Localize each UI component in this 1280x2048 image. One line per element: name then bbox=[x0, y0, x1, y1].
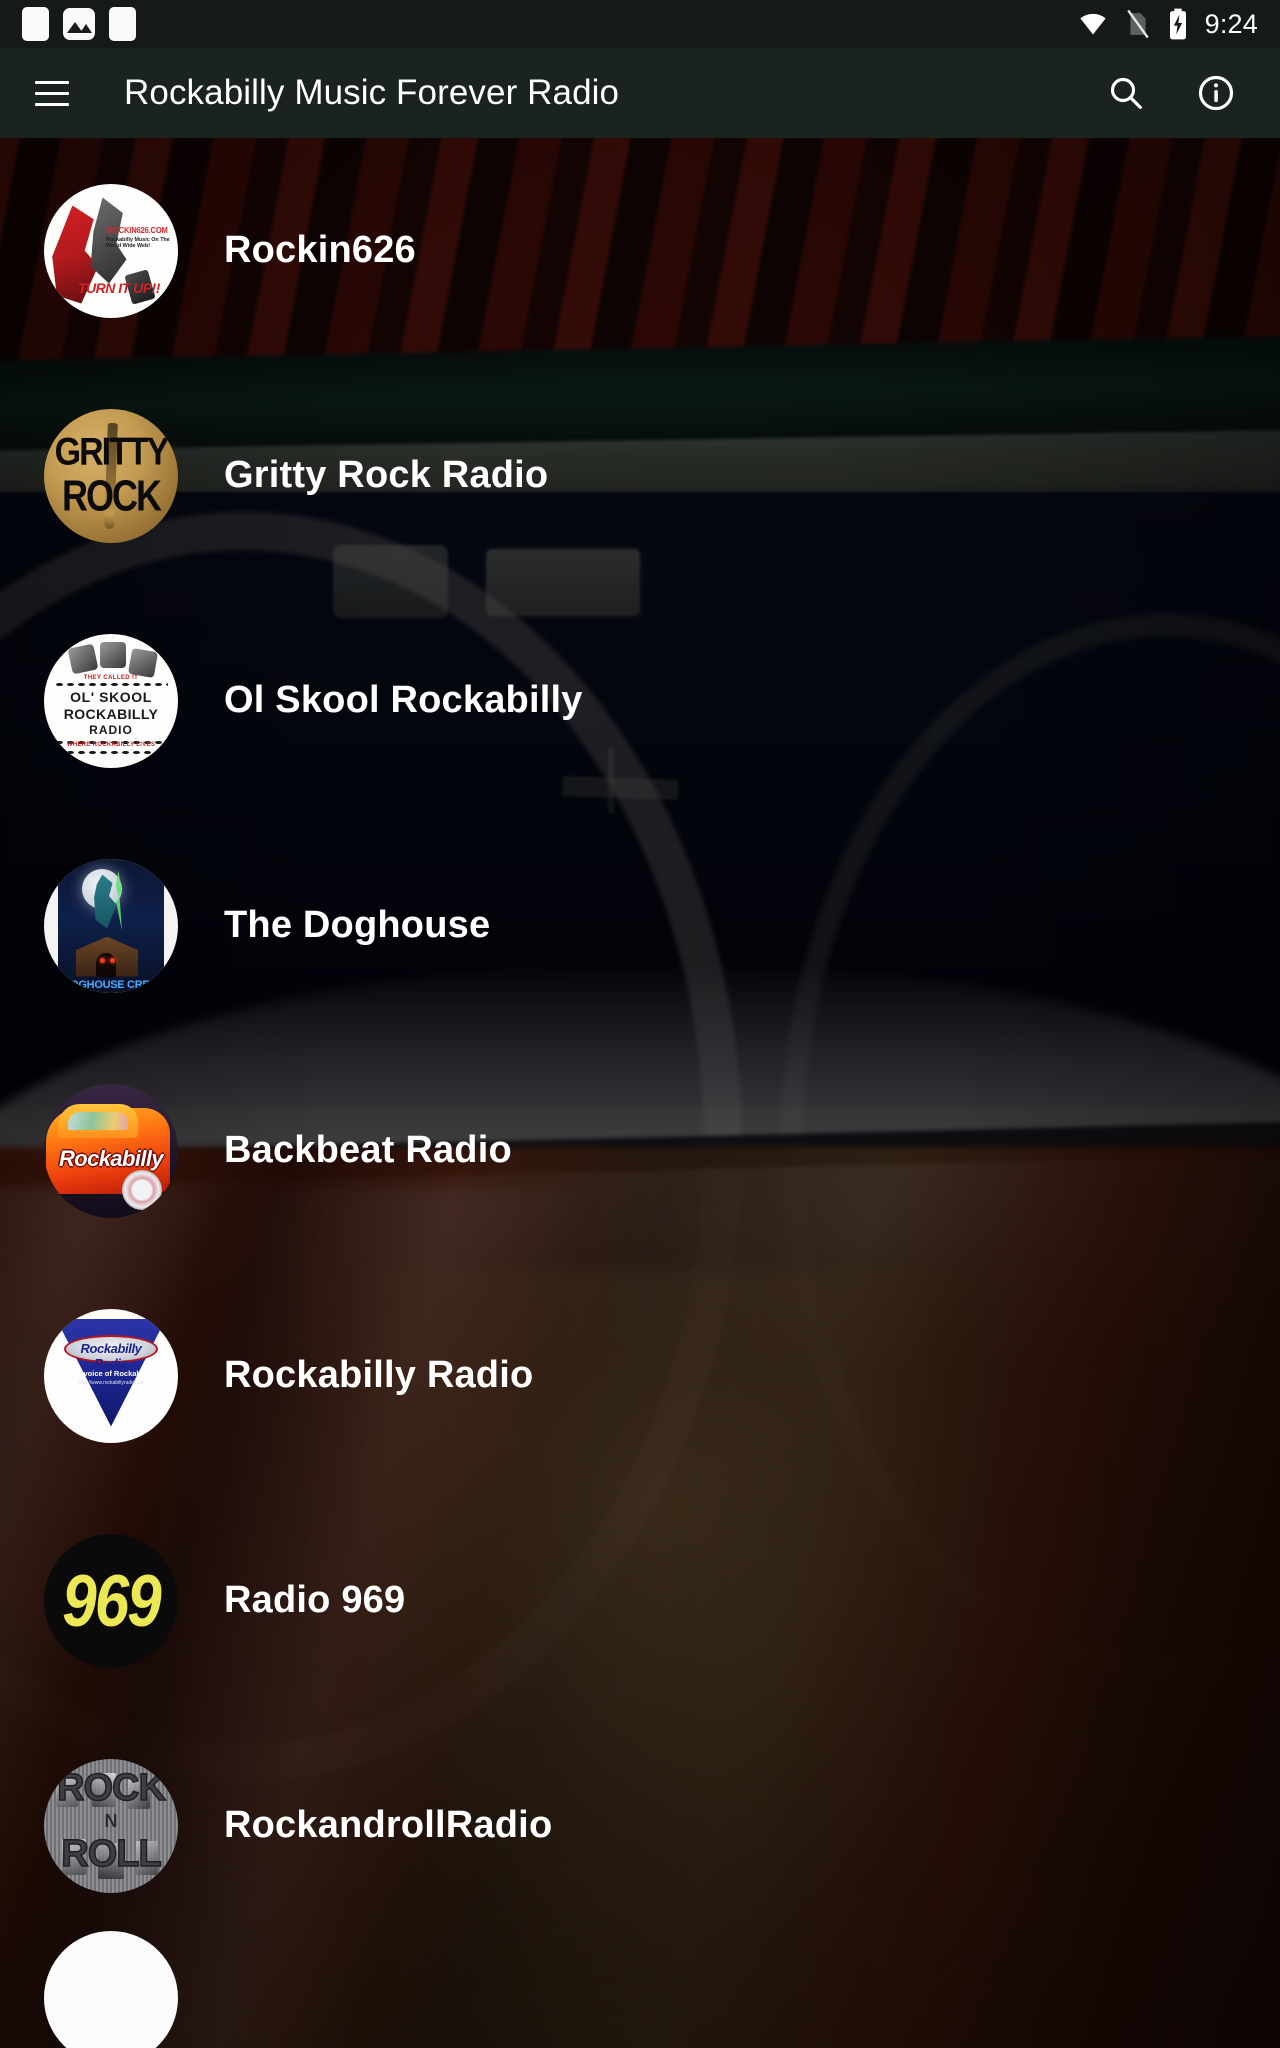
search-icon bbox=[1110, 77, 1142, 109]
list-item[interactable]: 969 Radio 969 bbox=[0, 1488, 1280, 1713]
logo-text-line4: WHERE ROCKABILLY LIVES bbox=[66, 741, 156, 748]
gritty-rock-logo: GRITTY ROCK bbox=[44, 408, 178, 543]
wifi-icon bbox=[1080, 13, 1106, 35]
logo-text-line0: THEY CALLED IT bbox=[83, 674, 139, 681]
station-name: Rockabilly Radio bbox=[224, 1354, 534, 1396]
logo-text-line1: ROCK bbox=[56, 1766, 166, 1810]
logo-text-line1: Rockabilly Radio bbox=[80, 1340, 142, 1371]
logo-text-line1: GRITTY bbox=[54, 429, 170, 474]
logo-text-line2: The voice of Rockabilly! bbox=[68, 1368, 154, 1378]
logo-text-line1: 969 bbox=[62, 1559, 161, 1642]
list-item[interactable]: Rockabilly Backbeat Radio bbox=[0, 1038, 1280, 1263]
page-title: Rockabilly Music Forever Radio bbox=[124, 73, 620, 112]
backbeat-radio-logo: Rockabilly bbox=[44, 1083, 178, 1218]
station-name: Radio 969 bbox=[224, 1579, 406, 1621]
logo-text-line2: Rockabilly Music On The World Wide Web! bbox=[106, 236, 170, 249]
station-name: The Doghouse bbox=[224, 904, 491, 946]
hamburger-menu-icon[interactable] bbox=[26, 67, 78, 119]
battery-charging-icon bbox=[1169, 8, 1186, 40]
search-button[interactable] bbox=[1102, 69, 1150, 117]
logo-text-line3: RADIO bbox=[89, 722, 133, 737]
notification-icons bbox=[22, 7, 136, 41]
station-name: Backbeat Radio bbox=[224, 1129, 512, 1171]
photo-icon bbox=[63, 8, 95, 40]
notification-blank-icon bbox=[22, 7, 49, 41]
logo-text-line3: ROLL bbox=[61, 1832, 163, 1876]
ol-skool-rockabilly-logo: THEY CALLED IT OL' SKOOL ROCKABILLY RADI… bbox=[44, 633, 178, 768]
app-bar-actions bbox=[1102, 69, 1254, 117]
info-button[interactable] bbox=[1192, 69, 1240, 117]
logo-text-line2: ROCKABILLY bbox=[63, 705, 159, 722]
app-bar: Rockabilly Music Forever Radio bbox=[0, 48, 1280, 138]
station-name: Rockin626 bbox=[224, 229, 416, 271]
list-item[interactable]: GRITTY ROCK Gritty Rock Radio bbox=[0, 363, 1280, 588]
list-item[interactable]: ROCK N ROLL RockandrollRadio bbox=[0, 1713, 1280, 1938]
station-logo bbox=[44, 1931, 178, 2048]
system-status-icons: 9:24 bbox=[1077, 8, 1258, 40]
rockabilly-radio-logo: Rockabilly Radio The voice of Rockabilly… bbox=[44, 1308, 178, 1443]
logo-text-line2: N bbox=[104, 1810, 118, 1831]
logo-text-line1: ROCKIN626.COM bbox=[107, 225, 168, 235]
logo-text-line1: Rockabilly bbox=[58, 1145, 164, 1171]
station-name: Ol Skool Rockabilly bbox=[224, 679, 583, 721]
logo-text-line1: DOGHOUSE CREW bbox=[62, 978, 160, 991]
status-bar: 9:24 bbox=[0, 0, 1280, 48]
rockin626-logo: ROCKIN626.COM Rockabilly Music On The Wo… bbox=[44, 183, 178, 318]
doghouse-logo: DOGHOUSE CREW bbox=[44, 858, 178, 993]
logo-text-line2: ROCK bbox=[62, 470, 162, 520]
station-list[interactable]: ROCKIN626.COM Rockabilly Music On The Wo… bbox=[0, 138, 1280, 2048]
info-icon bbox=[1198, 75, 1234, 111]
logo-text-line1: OL' SKOOL bbox=[70, 688, 152, 705]
notification-blank-icon bbox=[109, 7, 136, 41]
station-name: Gritty Rock Radio bbox=[224, 454, 549, 496]
radio-969-logo: 969 bbox=[44, 1533, 178, 1668]
list-item[interactable]: ROCKIN626.COM Rockabilly Music On The Wo… bbox=[0, 138, 1280, 363]
no-sim-icon bbox=[1126, 9, 1149, 39]
list-item[interactable] bbox=[0, 1931, 1280, 2048]
list-item[interactable]: Rockabilly Radio The voice of Rockabilly… bbox=[0, 1263, 1280, 1488]
station-name: RockandrollRadio bbox=[224, 1804, 553, 1846]
rockandroll-radio-logo: ROCK N ROLL bbox=[44, 1758, 178, 1893]
app-screen: 9:24 Rockabilly Music Forever Radio ROCK… bbox=[0, 0, 1280, 2048]
list-item[interactable]: DOGHOUSE CREW The Doghouse bbox=[0, 813, 1280, 1038]
logo-text-line3: TURN IT UP!! bbox=[78, 279, 160, 296]
list-item[interactable]: THEY CALLED IT OL' SKOOL ROCKABILLY RADI… bbox=[0, 588, 1280, 813]
logo-text-line3: http://www.rockabillyradio.net bbox=[78, 1379, 144, 1386]
clock: 9:24 bbox=[1204, 8, 1258, 39]
